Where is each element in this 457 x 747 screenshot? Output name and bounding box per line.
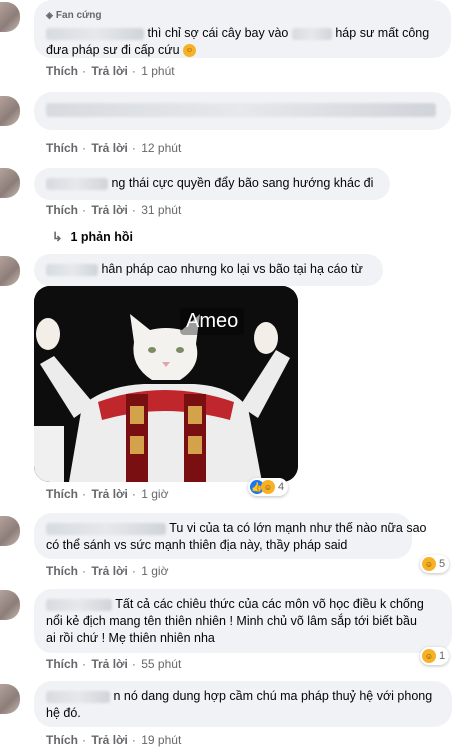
comment-actions: Thích · Trả lời · 1 phút xyxy=(46,64,175,78)
reaction-count: 1 xyxy=(439,650,446,662)
meme-caption: Ameo xyxy=(180,308,245,335)
redacted-name xyxy=(46,177,108,190)
like-link[interactable]: Thích xyxy=(46,64,78,78)
comment-actions: Thích · Trả lời · 12 phút xyxy=(46,141,182,155)
like-link[interactable]: Thích xyxy=(46,657,78,671)
comment-text: thì chỉ sợ cái cây bay vào xyxy=(147,26,289,40)
comment-text: đưa pháp sư đi cấp cứu xyxy=(46,43,180,57)
timestamp[interactable]: 31 phút xyxy=(141,203,181,217)
reply-link[interactable]: Trả lời xyxy=(91,64,128,78)
haha-emoji-icon: ☺ xyxy=(261,480,275,494)
comment-text: Tất cả các chiêu thức của các môn võ học… xyxy=(115,597,424,611)
meme-image[interactable]: Ameo xyxy=(34,286,298,482)
comment-bubble: Tu vi của ta có lớn mạnh như thế nào nữa… xyxy=(34,513,427,559)
comment-bubble xyxy=(34,92,451,130)
comment-text: ng thái cực quyền đẩy bão sang hướng khá… xyxy=(111,176,374,190)
haha-emoji-icon: ☺ xyxy=(183,44,196,58)
comment-bubble: ◈ Fan cứng thì chỉ sợ cái cây bay vào háp… xyxy=(34,0,451,58)
like-link[interactable]: Thích xyxy=(46,141,78,155)
replies-count: 1 phản hồi xyxy=(70,230,133,244)
comment-actions: Thích · Trả lời · 1 giờ xyxy=(46,487,169,501)
comment-text: hệ đó. xyxy=(46,706,81,720)
comment-text: Tu vi của ta có lớn mạnh như thế nào nữa… xyxy=(169,521,427,535)
comment-text: háp sư mất công xyxy=(335,26,430,40)
comment-bubble: Tất cả các chiêu thức của các môn võ học… xyxy=(34,589,452,653)
comment-actions: Thích · Trả lời · 1 giờ xyxy=(46,564,169,578)
reaction-count: 4 xyxy=(278,481,285,493)
avatar[interactable] xyxy=(0,256,20,286)
timestamp[interactable]: 1 phút xyxy=(141,64,174,78)
haha-emoji-icon: ☺ xyxy=(422,557,436,571)
comment-actions: Thích · Trả lời · 19 phút xyxy=(46,733,182,747)
comment-text: hân pháp cao nhưng ko lại vs bão tại hạ … xyxy=(101,262,363,276)
reaction-badge[interactable]: ☺ 1 xyxy=(420,647,450,665)
timestamp[interactable]: 12 phút xyxy=(141,141,181,155)
redacted-name xyxy=(46,598,112,611)
pope-cat-illustration xyxy=(34,286,298,482)
comment-text: n nó dang dung hợp cầm chú ma pháp thuỷ … xyxy=(113,689,433,703)
view-replies-link[interactable]: ↳ 1 phản hồi xyxy=(52,229,133,244)
comment-text: nổi kẻ địch mang tên thiên nhiên ! Minh … xyxy=(46,614,417,628)
redacted-text xyxy=(46,103,436,117)
reply-link[interactable]: Trả lời xyxy=(91,487,128,501)
timestamp[interactable]: 55 phút xyxy=(141,657,181,671)
haha-emoji-icon: ☺ xyxy=(422,649,436,663)
reply-arrow-icon: ↳ xyxy=(52,230,63,244)
reply-link[interactable]: Trả lời xyxy=(91,203,128,217)
like-link[interactable]: Thích xyxy=(46,487,78,501)
avatar[interactable] xyxy=(0,590,20,620)
reply-link[interactable]: Trả lời xyxy=(91,733,128,747)
avatar[interactable] xyxy=(0,168,20,198)
redacted-name xyxy=(46,27,144,40)
avatar[interactable] xyxy=(0,684,20,714)
timestamp[interactable]: 1 giờ xyxy=(141,487,168,501)
timestamp[interactable]: 1 giờ xyxy=(141,564,168,578)
redacted-text xyxy=(291,27,332,40)
comment-bubble: ng thái cực quyền đẩy bão sang hướng khá… xyxy=(34,168,390,200)
comment-text: có thể sánh vs sức mạnh thiên địa này, t… xyxy=(46,538,348,552)
reaction-badge[interactable]: ☺ 5 xyxy=(420,555,450,573)
like-link[interactable]: Thích xyxy=(46,564,78,578)
fan-badge-label: Fan cứng xyxy=(55,10,102,21)
like-link[interactable]: Thích xyxy=(46,733,78,747)
timestamp[interactable]: 19 phút xyxy=(141,733,181,747)
comment-text: ai rồi chứ ! Mẹ thiên nhiên nha xyxy=(46,631,215,645)
comment-bubble: n nó dang dung hợp cầm chú ma pháp thuỷ … xyxy=(34,681,452,727)
avatar[interactable] xyxy=(0,516,20,546)
comment-bubble: hân pháp cao nhưng ko lại vs bão tại hạ … xyxy=(34,254,383,286)
redacted-name xyxy=(46,263,98,276)
avatar[interactable] xyxy=(0,96,20,126)
redacted-name xyxy=(46,522,166,535)
like-link[interactable]: Thích xyxy=(46,203,78,217)
reply-link[interactable]: Trả lời xyxy=(91,141,128,155)
redacted-name xyxy=(46,690,110,703)
comment-actions: Thích · Trả lời · 31 phút xyxy=(46,203,182,217)
reaction-count: 5 xyxy=(439,558,446,570)
comment-actions: Thích · Trả lời · 55 phút xyxy=(46,657,182,671)
reaction-badge[interactable]: 👍 ☺ 4 xyxy=(248,478,289,496)
fan-badge: ◈ Fan cứng xyxy=(46,7,439,24)
avatar[interactable] xyxy=(0,2,20,32)
reply-link[interactable]: Trả lời xyxy=(91,564,128,578)
diamond-icon: ◈ xyxy=(46,10,53,20)
reply-link[interactable]: Trả lời xyxy=(91,657,128,671)
